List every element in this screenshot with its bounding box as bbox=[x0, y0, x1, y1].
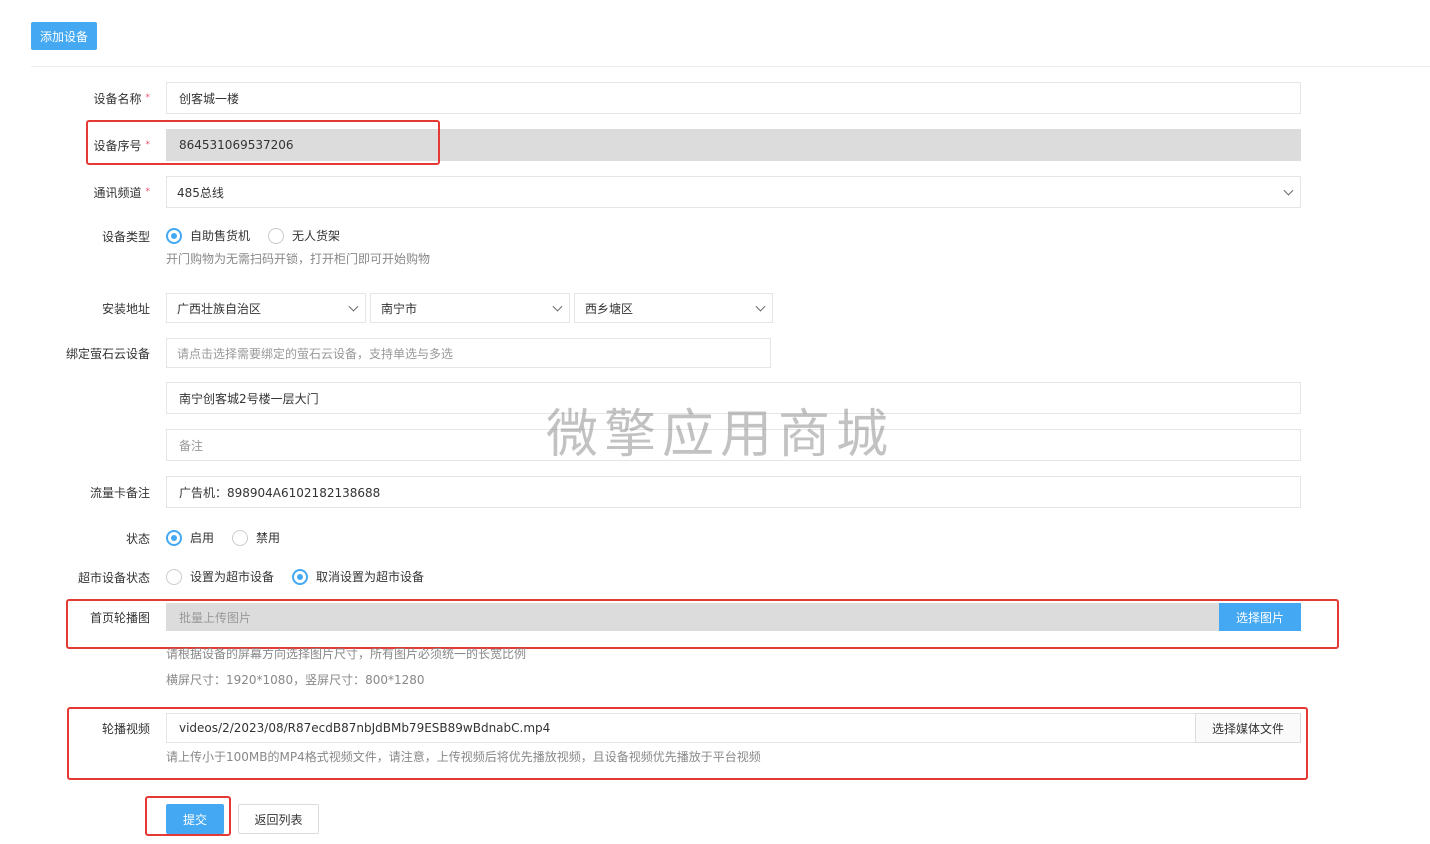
channel-value: 485总线 bbox=[177, 185, 224, 200]
district-select[interactable]: 西乡塘区 bbox=[574, 293, 773, 323]
add-device-button[interactable]: 添加设备 bbox=[31, 22, 97, 50]
device-name-input[interactable]: 创客城一楼 bbox=[166, 82, 1301, 114]
market-status-label: 超市设备状态 bbox=[77, 570, 150, 585]
chevron-down-icon bbox=[755, 301, 766, 312]
bind-ezviz-label: 绑定萤石云设备 bbox=[65, 346, 150, 361]
watermark: 微擎应用商城 bbox=[546, 405, 895, 465]
radio-checked-icon bbox=[292, 568, 308, 585]
carousel-hint-2: 横屏尺寸：1920*1080，竖屏尺寸：800*1280 bbox=[166, 673, 425, 687]
radio-label: 取消设置为超市设备 bbox=[316, 570, 425, 584]
radio-label: 设置为超市设备 bbox=[190, 570, 275, 584]
serial-annotation-box bbox=[86, 120, 440, 165]
market-status-option-set[interactable]: 设置为超市设备 bbox=[166, 568, 274, 585]
market-status-option-unset[interactable]: 取消设置为超市设备 bbox=[292, 568, 424, 585]
remark-placeholder: 备注 bbox=[179, 438, 204, 453]
device-name-label: 设备名称 * bbox=[93, 91, 150, 106]
chevron-down-icon bbox=[348, 301, 359, 312]
radio-label: 启用 bbox=[190, 531, 215, 545]
submit-annotation-box bbox=[145, 796, 231, 836]
radio-label: 无人货架 bbox=[292, 229, 341, 243]
radio-label: 自助售货机 bbox=[190, 229, 251, 243]
device-type-hint: 开门购物为无需扫码开锁，打开柜门即可开始购物 bbox=[166, 252, 431, 266]
radio-unchecked-icon bbox=[232, 529, 248, 546]
status-label: 状态 bbox=[125, 531, 150, 546]
sim-note-label: 流量卡备注 bbox=[89, 485, 150, 500]
channel-select[interactable]: 485总线 bbox=[166, 176, 1301, 208]
chevron-down-icon bbox=[552, 301, 563, 312]
toolbar-divider bbox=[31, 66, 1430, 67]
video-annotation-box bbox=[67, 707, 1308, 780]
address-label: 安装地址 bbox=[101, 301, 150, 316]
radio-checked-icon bbox=[166, 529, 182, 546]
device-type-option-shelf[interactable]: 无人货架 bbox=[268, 227, 340, 244]
carousel-annotation-box bbox=[66, 599, 1339, 649]
chevron-down-icon bbox=[1283, 185, 1294, 196]
province-select[interactable]: 广西壮族自治区 bbox=[166, 293, 366, 323]
bind-ezviz-placeholder: 请点击选择需要绑定的萤石云设备，支持单选与多选 bbox=[177, 346, 454, 361]
city-value: 南宁市 bbox=[381, 301, 418, 316]
channel-label: 通讯频道 * bbox=[93, 185, 150, 200]
radio-unchecked-icon bbox=[268, 227, 284, 244]
device-type-option-vending[interactable]: 自助售货机 bbox=[166, 227, 250, 244]
city-select[interactable]: 南宁市 bbox=[370, 293, 570, 323]
radio-unchecked-icon bbox=[166, 568, 182, 585]
radio-label: 禁用 bbox=[256, 531, 281, 545]
back-to-list-button[interactable]: 返回列表 bbox=[238, 804, 319, 834]
device-type-label: 设备类型 bbox=[101, 229, 150, 244]
province-value: 广西壮族自治区 bbox=[177, 301, 262, 316]
radio-checked-icon bbox=[166, 227, 182, 244]
district-value: 西乡塘区 bbox=[585, 301, 634, 316]
status-option-disabled[interactable]: 禁用 bbox=[232, 529, 280, 546]
status-option-enabled[interactable]: 启用 bbox=[166, 529, 214, 546]
bind-ezviz-input[interactable]: 请点击选择需要绑定的萤石云设备，支持单选与多选 bbox=[166, 338, 771, 368]
sim-note-input[interactable]: 广告机：898904A6102182138688 bbox=[166, 476, 1301, 508]
carousel-hint-1: 请根据设备的屏幕方向选择图片尺寸，所有图片必须统一的长宽比例 bbox=[166, 647, 527, 661]
